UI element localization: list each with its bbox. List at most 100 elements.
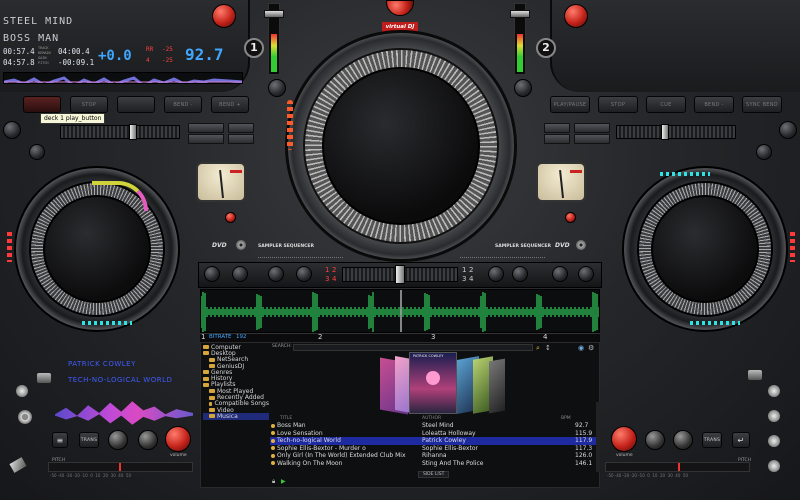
deck1-bend-minus-button[interactable]: BEND - <box>164 96 202 113</box>
deck1-filter-knob[interactable] <box>268 79 286 97</box>
right-tool-speaker[interactable] <box>748 370 762 380</box>
mixer-knob-5[interactable] <box>488 266 504 282</box>
deck2-play-pause-button[interactable]: PLAY/PAUSE <box>550 96 590 113</box>
coverflow-center[interactable]: PATRICK COWLEY <box>409 352 457 414</box>
crossfader-cap[interactable] <box>395 265 405 284</box>
table-row[interactable]: Love Sensation Loleatta Holloway 115.9 <box>270 430 597 438</box>
center-turntable-disc[interactable] <box>322 67 480 225</box>
deck1-volume-fader[interactable] <box>264 3 284 75</box>
deck2-volume-knob[interactable] <box>611 426 637 452</box>
deck2-bend-minus-button[interactable]: BEND - <box>694 96 734 113</box>
deck1-play-button[interactable] <box>23 96 61 113</box>
sampler-num-right-4[interactable]: 4 <box>469 275 473 283</box>
mixer-knob-1[interactable] <box>204 266 220 282</box>
crossfader[interactable] <box>342 265 458 284</box>
sampler-num-left-1[interactable]: 1 <box>325 266 329 274</box>
deck2-loop-pad-4[interactable] <box>574 134 610 144</box>
deck1-loop-pad-3[interactable] <box>188 134 224 144</box>
deck1-loop-pad-1[interactable] <box>188 123 224 133</box>
table-row[interactable]: Walking On The Moon Sting And The Police 1… <box>270 460 597 468</box>
deck1-jog-disc[interactable] <box>43 195 151 303</box>
deck1-bend-plus-button[interactable]: BEND + <box>211 96 249 113</box>
left-tool-hammer[interactable] <box>9 457 27 473</box>
deck1-effect-knob-2[interactable] <box>138 430 158 450</box>
deck2-load-button[interactable]: ↵ <box>732 432 750 448</box>
sampler-num-left-4[interactable]: 4 <box>332 275 336 283</box>
master-knob[interactable] <box>386 0 414 16</box>
deck2-pitch-scale[interactable] <box>605 462 750 472</box>
deck1-pitch-scale[interactable] <box>48 462 193 472</box>
deck1-loop-pad-4[interactable] <box>228 134 254 144</box>
deck1-volume-fader-cap[interactable] <box>264 10 284 18</box>
column-title-header[interactable]: TITLE <box>280 416 292 421</box>
column-bpm-header[interactable]: BPM <box>561 416 571 421</box>
left-tool-gear[interactable] <box>18 410 32 424</box>
mixer-knob-6[interactable] <box>512 266 528 282</box>
deck2-meter-knob[interactable] <box>565 212 576 223</box>
deck2-trans-button[interactable]: TRANS <box>702 432 722 448</box>
column-author-header[interactable]: AUTHOR <box>422 416 441 421</box>
deck1-mini-waveform[interactable] <box>3 72 243 84</box>
sampler-num-right-2[interactable]: 2 <box>469 266 473 274</box>
deck1-side-knob-1[interactable] <box>3 121 21 139</box>
deck1-loop-pad-2[interactable] <box>228 123 254 133</box>
deck1-pitch-fader[interactable] <box>60 124 180 140</box>
sampler-num-left-2[interactable]: 2 <box>332 266 336 274</box>
browser-settings-icon[interactable]: ⚙ <box>588 344 594 352</box>
deck2-volume-fader-cap[interactable] <box>510 10 530 18</box>
deck2-volume-fader[interactable] <box>510 3 530 75</box>
deck1-trans-button[interactable]: TRANS <box>79 432 99 448</box>
right-tool-cone-1[interactable] <box>768 385 780 397</box>
coverflow-right-3[interactable] <box>489 358 505 414</box>
deck1-side-knob-2[interactable] <box>29 144 45 160</box>
deck2-pitch-fader-cap[interactable] <box>661 124 669 140</box>
mixer-knob-7[interactable] <box>552 266 568 282</box>
deck2-side-knob-2[interactable] <box>756 144 772 160</box>
deck1-pitch-scale-cursor[interactable] <box>119 463 121 471</box>
deck2-filter-knob[interactable] <box>514 79 532 97</box>
deck2-effect-knob-2[interactable] <box>673 430 693 450</box>
browser-lock-icon[interactable]: 🔒︎ <box>272 478 275 486</box>
deck1-gain-knob[interactable] <box>212 4 236 28</box>
deck2-cue-button[interactable]: CUE <box>646 96 686 113</box>
deck1-meter-knob[interactable] <box>225 212 236 223</box>
deck1-load-button[interactable]: ≡ <box>52 432 68 448</box>
left-tool-cone[interactable] <box>16 385 28 397</box>
mixer-knob-4[interactable] <box>296 266 312 282</box>
table-row[interactable]: Tech-no-logical World Patrick Cowley 117.9 <box>270 437 597 445</box>
right-tool-cone-3[interactable] <box>768 435 780 447</box>
browser-play-icon[interactable]: ▶ <box>281 478 286 485</box>
right-tool-cone-4[interactable] <box>768 460 780 472</box>
folder-item[interactable]: Musica <box>203 413 269 420</box>
deck1-cue-button[interactable] <box>117 96 155 113</box>
mixer-knob-8[interactable] <box>578 266 594 282</box>
deck2-jog-disc[interactable] <box>651 195 759 303</box>
deck1-pitch-fader-cap[interactable] <box>129 124 137 140</box>
search-input[interactable] <box>293 344 533 351</box>
table-row[interactable]: Only Girl (In The World) Extended Club M… <box>270 452 597 460</box>
deck2-loop-pad-1[interactable] <box>544 123 570 133</box>
deck2-effect-knob-1[interactable] <box>645 430 665 450</box>
deck2-loop-pad-2[interactable] <box>574 123 610 133</box>
table-row[interactable]: Sophie Ellis-Bextor - Murder o Sophie Ell… <box>270 445 597 453</box>
deck2-stop-button[interactable]: STOP <box>598 96 638 113</box>
table-row[interactable]: Boss Man Steel Mind 92.7 <box>270 422 597 430</box>
mixer-knob-2[interactable] <box>232 266 248 282</box>
deck2-pitch-scale-cursor[interactable] <box>678 463 680 471</box>
right-tool-cone-2[interactable] <box>768 410 780 422</box>
deck1-stop-button[interactable]: STOP <box>70 96 108 113</box>
deck2-pitch-fader[interactable] <box>616 124 736 140</box>
sort-icon[interactable]: ↕ <box>545 344 551 352</box>
deck2-sync-bend-button[interactable]: SYNC BEND <box>742 96 782 113</box>
search-icon[interactable]: ⌕ <box>536 344 540 353</box>
deck2-gain-knob[interactable] <box>564 4 588 28</box>
deck1-effect-knob-1[interactable] <box>108 430 128 450</box>
side-list-button[interactable]: SIDE LIST <box>418 471 450 478</box>
deck2-side-knob-1[interactable] <box>779 121 797 139</box>
browser-scrollbar[interactable] <box>596 402 600 472</box>
left-tool-speaker[interactable] <box>37 373 51 383</box>
deck1-volume-knob[interactable] <box>165 426 191 452</box>
mixer-knob-3[interactable] <box>268 266 284 282</box>
browser-view-icon[interactable]: ◉ <box>578 344 584 352</box>
main-waveform[interactable] <box>200 289 600 333</box>
